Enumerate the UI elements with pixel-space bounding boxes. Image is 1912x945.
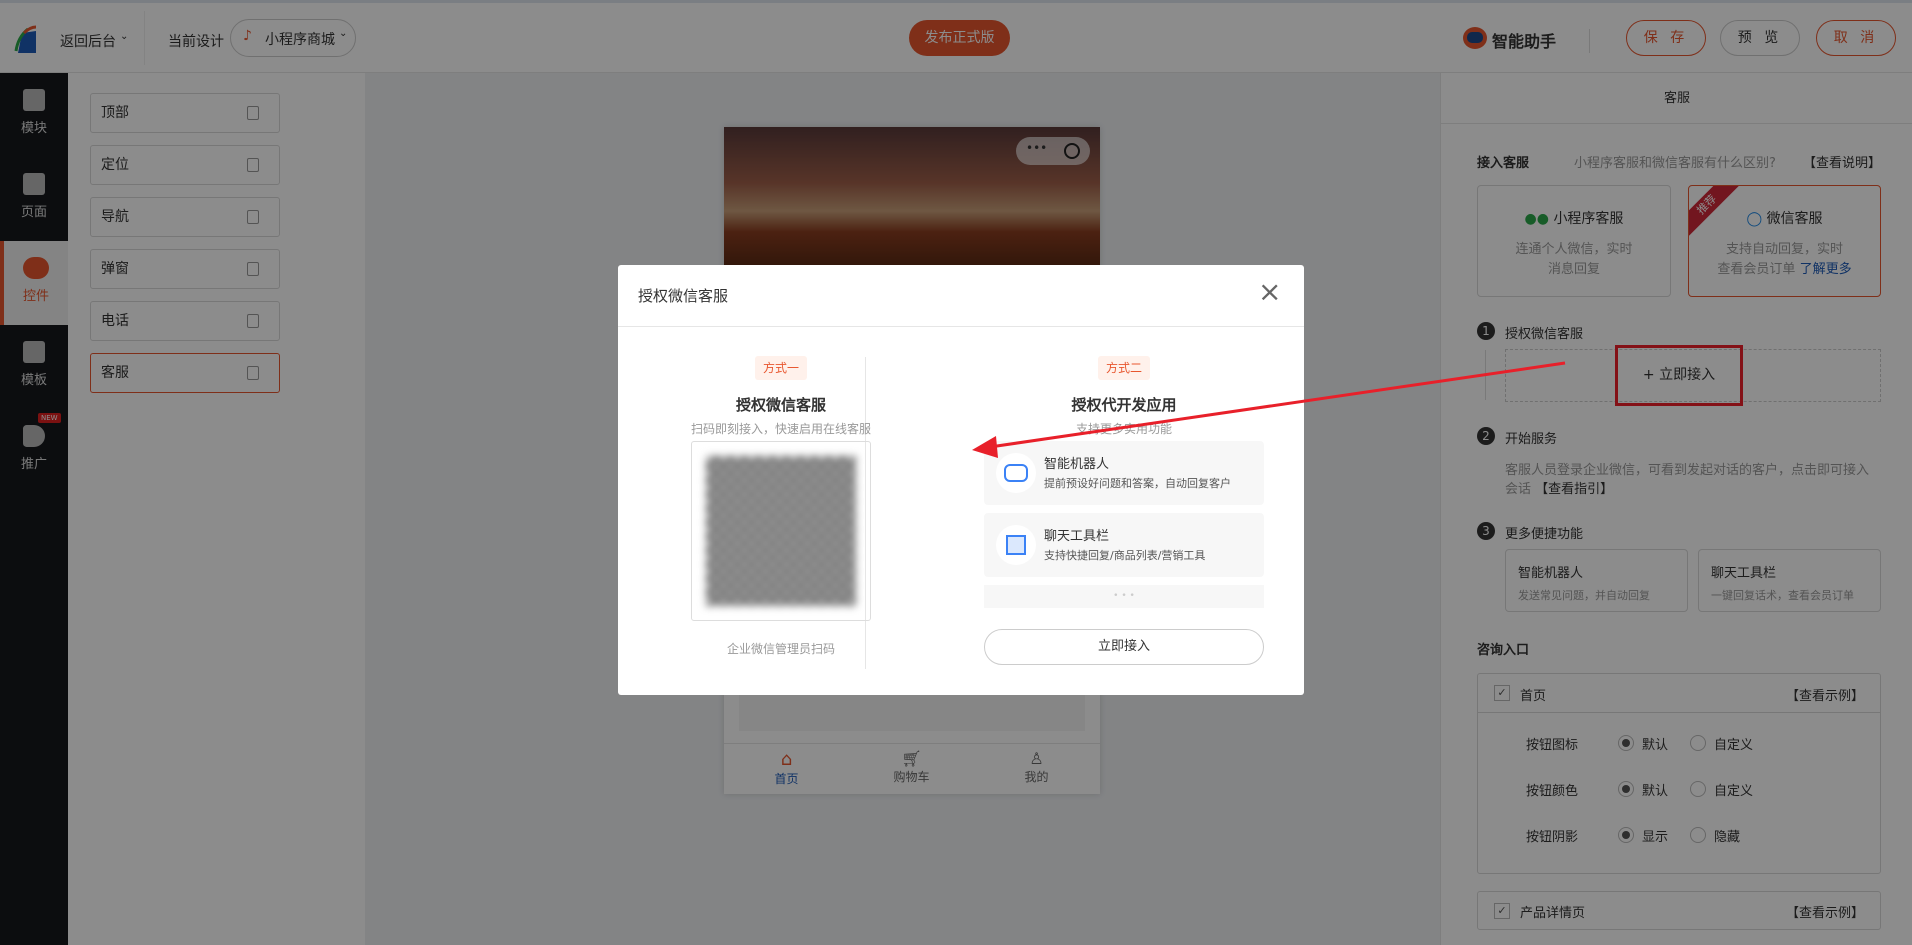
feature-robot: 智能机器人提前预设好问题和答案，自动回复客户 — [984, 441, 1264, 505]
connect-now-modal-button[interactable]: 立即接入 — [984, 629, 1264, 665]
feature-desc: 支持快捷回复/商品列表/营销工具 — [1044, 549, 1206, 562]
close-icon[interactable]: × — [1258, 275, 1281, 308]
feature-toolbar: 聊天工具栏支持快捷回复/商品列表/营销工具 — [984, 513, 1264, 577]
feature-desc: 提前预设好问题和答案，自动回复客户 — [1044, 477, 1231, 490]
more-features-indicator: • • • — [984, 585, 1264, 608]
method-title: 授权微信客服 — [735, 396, 826, 414]
method-sub: 支持更多实用功能 — [1075, 422, 1172, 436]
divider — [618, 326, 1304, 327]
qr-caption: 企业微信管理员扫码 — [726, 642, 835, 656]
qr-code — [691, 441, 871, 621]
method-two-tag: 方式二 — [1098, 356, 1150, 380]
feature-title: 智能机器人 — [1044, 457, 1110, 472]
method-title: 授权代开发应用 — [1071, 396, 1177, 414]
toolbar-icon — [996, 525, 1036, 565]
feature-title: 聊天工具栏 — [1044, 529, 1110, 544]
modal-title: 授权微信客服 — [638, 287, 729, 305]
authorize-modal: 授权微信客服 × 方式一 授权微信客服 扫码即刻接入，快速启用在线客服 企业微信… — [618, 265, 1304, 695]
method-one-tag: 方式一 — [755, 356, 807, 380]
robot-icon — [996, 453, 1036, 493]
method-sub: 扫码即刻接入，快速启用在线客服 — [690, 422, 871, 436]
